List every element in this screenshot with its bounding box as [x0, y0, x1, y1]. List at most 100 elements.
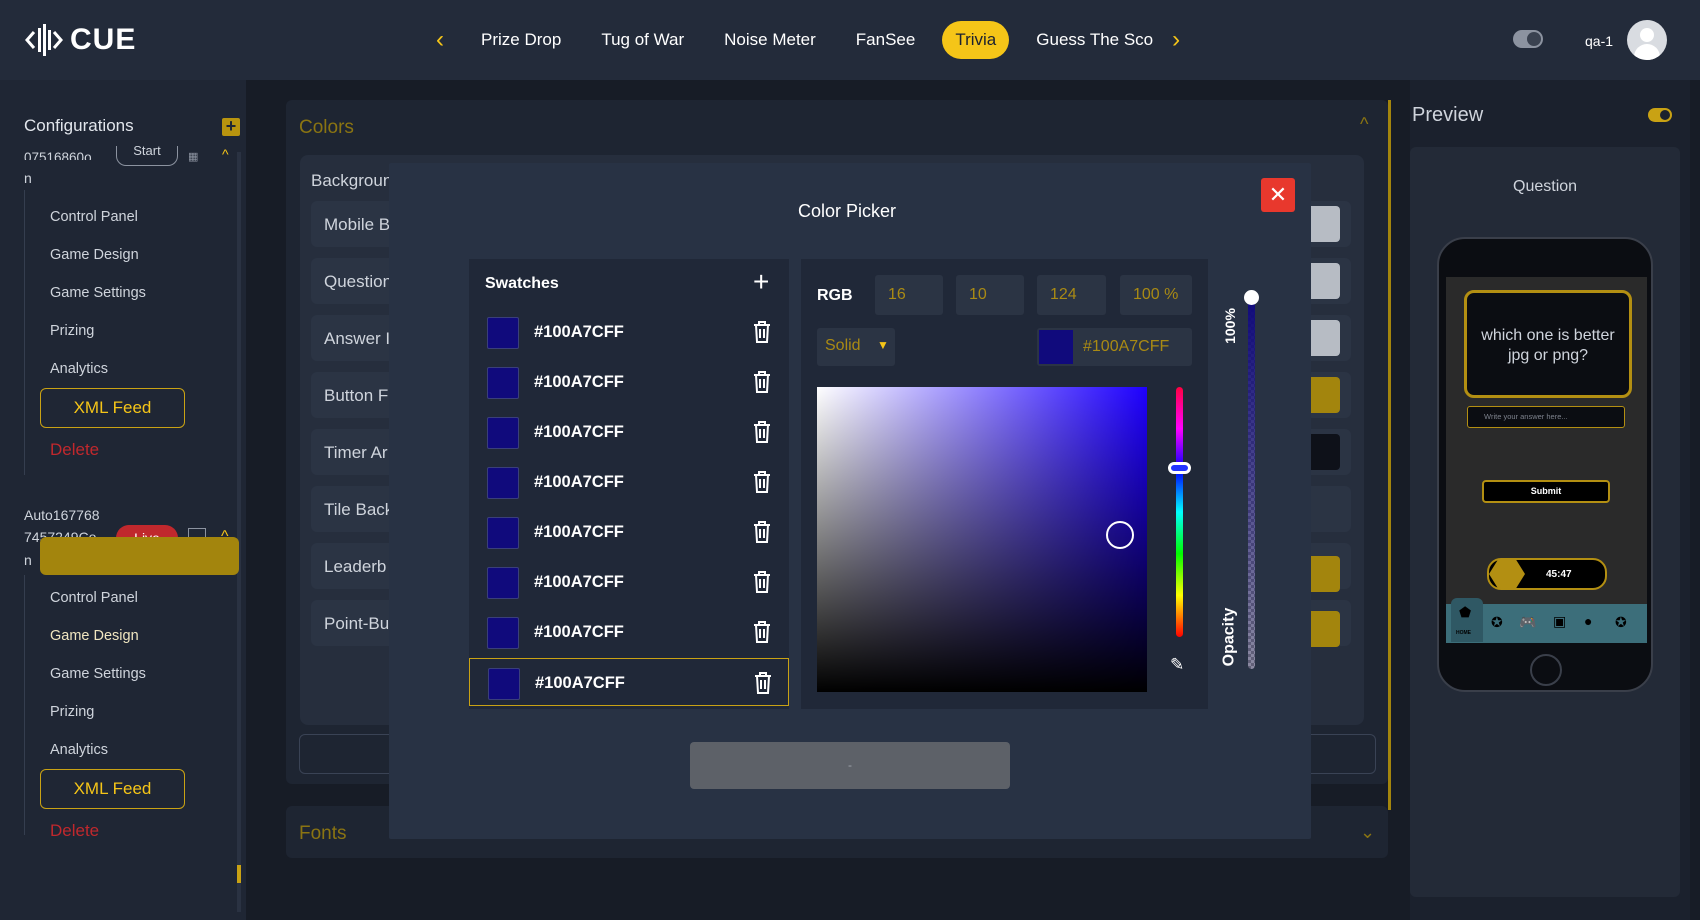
opacity-slider-handle[interactable] — [1244, 290, 1259, 305]
config2-game-settings[interactable]: Game Settings — [50, 666, 146, 682]
avatar-body-icon — [1634, 44, 1660, 60]
config1-game-settings[interactable]: Game Settings — [50, 285, 146, 301]
red-input[interactable]: 16 — [875, 275, 943, 315]
swatch-color[interactable] — [487, 317, 519, 349]
swatch-hex: #100A7CFF — [534, 623, 624, 641]
color-selector-handle[interactable] — [1106, 521, 1134, 549]
swatch-row-selected[interactable]: #100A7CFF — [469, 658, 789, 706]
add-configuration-icon[interactable]: + — [222, 117, 240, 136]
fonts-expand-chevron-icon[interactable]: ⌄ — [1360, 822, 1375, 843]
main-scrollbar-thumb[interactable] — [1388, 100, 1391, 810]
swatch-color[interactable] — [488, 668, 520, 700]
config2-prizing[interactable]: Prizing — [50, 704, 94, 720]
tabs-next-chevron-icon[interactable]: › — [1172, 26, 1180, 54]
fill-type-select[interactable]: Solid ▼ — [817, 328, 895, 366]
config2-control-panel[interactable]: Control Panel — [50, 590, 138, 606]
config2-delete-link[interactable]: Delete — [50, 821, 99, 841]
modal-close-button[interactable]: ✕ — [1261, 178, 1295, 212]
swatch-row[interactable]: #100A7CFF — [469, 408, 789, 456]
tab-trivia[interactable]: Trivia — [942, 21, 1010, 59]
add-swatch-icon[interactable]: + — [753, 266, 769, 298]
config1-analytics[interactable]: Analytics — [50, 361, 108, 377]
swatch-row[interactable]: #100A7CFF — [469, 358, 789, 406]
alpha-input[interactable]: 100 % — [1120, 275, 1192, 315]
swatch-color[interactable] — [487, 367, 519, 399]
config2-xml-feed-button[interactable]: XML Feed — [40, 769, 185, 809]
hue-slider[interactable] — [1176, 387, 1183, 637]
swatch-hex: #100A7CFF — [534, 473, 624, 491]
eyedropper-icon[interactable]: ✎ — [1170, 655, 1184, 675]
sidebar-scrollbar[interactable] — [237, 152, 241, 912]
swatch-color[interactable] — [487, 517, 519, 549]
row-label-mobile: Mobile B — [324, 215, 391, 234]
tab-prize-drop[interactable]: Prize Drop — [468, 21, 574, 59]
fonts-section-title: Fonts — [299, 823, 347, 844]
trash-icon[interactable] — [752, 320, 772, 344]
config1-prizing[interactable]: Prizing — [50, 323, 94, 339]
preview-home-icon: ⬟ — [1459, 604, 1472, 620]
username-label: qa-1 — [1585, 33, 1614, 49]
swatch-hex: #100A7CFF — [534, 423, 624, 441]
color-mode-label[interactable]: RGB — [817, 287, 853, 305]
hex-input[interactable]: #100A7CFF — [1037, 328, 1192, 366]
swatch-hex: #100A7CFF — [534, 523, 624, 541]
preview-calendar-icon: ▣ — [1553, 613, 1567, 629]
swatch-row[interactable]: #100A7CFF — [469, 458, 789, 506]
swatch-color[interactable] — [487, 467, 519, 499]
preview-toggle[interactable] — [1648, 108, 1672, 122]
config1-control-panel[interactable]: Control Panel — [50, 209, 138, 225]
preview-answer-placeholder: Write your answer here... — [1484, 412, 1568, 421]
config1-id-tail: n — [24, 170, 32, 186]
tab-noise-meter[interactable]: Noise Meter — [711, 21, 829, 59]
opacity-slider[interactable] — [1248, 297, 1255, 669]
swatches-title: Swatches — [485, 275, 559, 292]
row-label-leaderboard: Leaderb — [324, 557, 387, 576]
preview-settings-icon: ✪ — [1615, 614, 1627, 630]
saturation-value-area[interactable] — [817, 387, 1147, 692]
tab-fansee[interactable]: FanSee — [843, 21, 929, 59]
tabs-prev-chevron-icon[interactable]: ‹ — [436, 26, 444, 54]
swatch-row[interactable]: #100A7CFF — [469, 608, 789, 656]
swatch-row[interactable]: #100A7CFF — [469, 558, 789, 606]
confirm-button[interactable]: - — [690, 742, 1010, 789]
swatch-row[interactable]: #100A7CFF — [469, 308, 789, 356]
sidebar-scrollbar-thumb[interactable] — [237, 865, 241, 883]
green-input[interactable]: 10 — [956, 275, 1024, 315]
opacity-label: Opacity — [1220, 607, 1238, 667]
config2-tree-line — [24, 575, 25, 835]
config2-id-line1: Auto167768 — [24, 507, 100, 523]
hex-color-preview — [1039, 330, 1073, 364]
colors-collapse-chevron-icon[interactable]: ^ — [1360, 114, 1368, 135]
config2-game-design-selected[interactable] — [40, 537, 239, 575]
config2-game-design[interactable]: Game Design — [50, 628, 139, 644]
config1-qr-icon[interactable]: ▦ — [188, 150, 198, 163]
phone-home-button — [1530, 654, 1562, 686]
config1-collapse-chevron-icon[interactable]: ^ — [222, 146, 229, 162]
trash-icon[interactable] — [752, 470, 772, 494]
avatar[interactable] — [1627, 20, 1667, 60]
trash-icon[interactable] — [752, 370, 772, 394]
tab-guess-the-score[interactable]: Guess The Sco — [1023, 21, 1166, 59]
blue-input[interactable]: 124 — [1037, 275, 1106, 315]
preview-title: Preview — [1412, 104, 1484, 126]
config1-delete-link[interactable]: Delete — [50, 440, 99, 460]
trash-icon[interactable] — [752, 570, 772, 594]
theme-toggle[interactable] — [1513, 30, 1543, 48]
config2-analytics[interactable]: Analytics — [50, 742, 108, 758]
trash-icon[interactable] — [752, 420, 772, 444]
trash-icon[interactable] — [752, 620, 772, 644]
row-label-tile: Tile Back — [324, 500, 394, 519]
config1-xml-feed-button[interactable]: XML Feed — [40, 388, 185, 428]
trash-icon[interactable] — [753, 671, 773, 695]
trash-icon[interactable] — [752, 520, 772, 544]
modal-title: Color Picker — [798, 201, 897, 221]
config1-game-design[interactable]: Game Design — [50, 247, 139, 263]
swatch-color[interactable] — [487, 617, 519, 649]
tab-tug-of-war[interactable]: Tug of War — [588, 21, 697, 59]
cue-logo[interactable]: CUE — [24, 20, 136, 60]
swatch-row[interactable]: #100A7CFF — [469, 508, 789, 556]
swatch-color[interactable] — [487, 567, 519, 599]
config1-status-badge[interactable]: Start — [116, 146, 178, 166]
swatch-color[interactable] — [487, 417, 519, 449]
hue-slider-handle[interactable] — [1168, 462, 1191, 474]
